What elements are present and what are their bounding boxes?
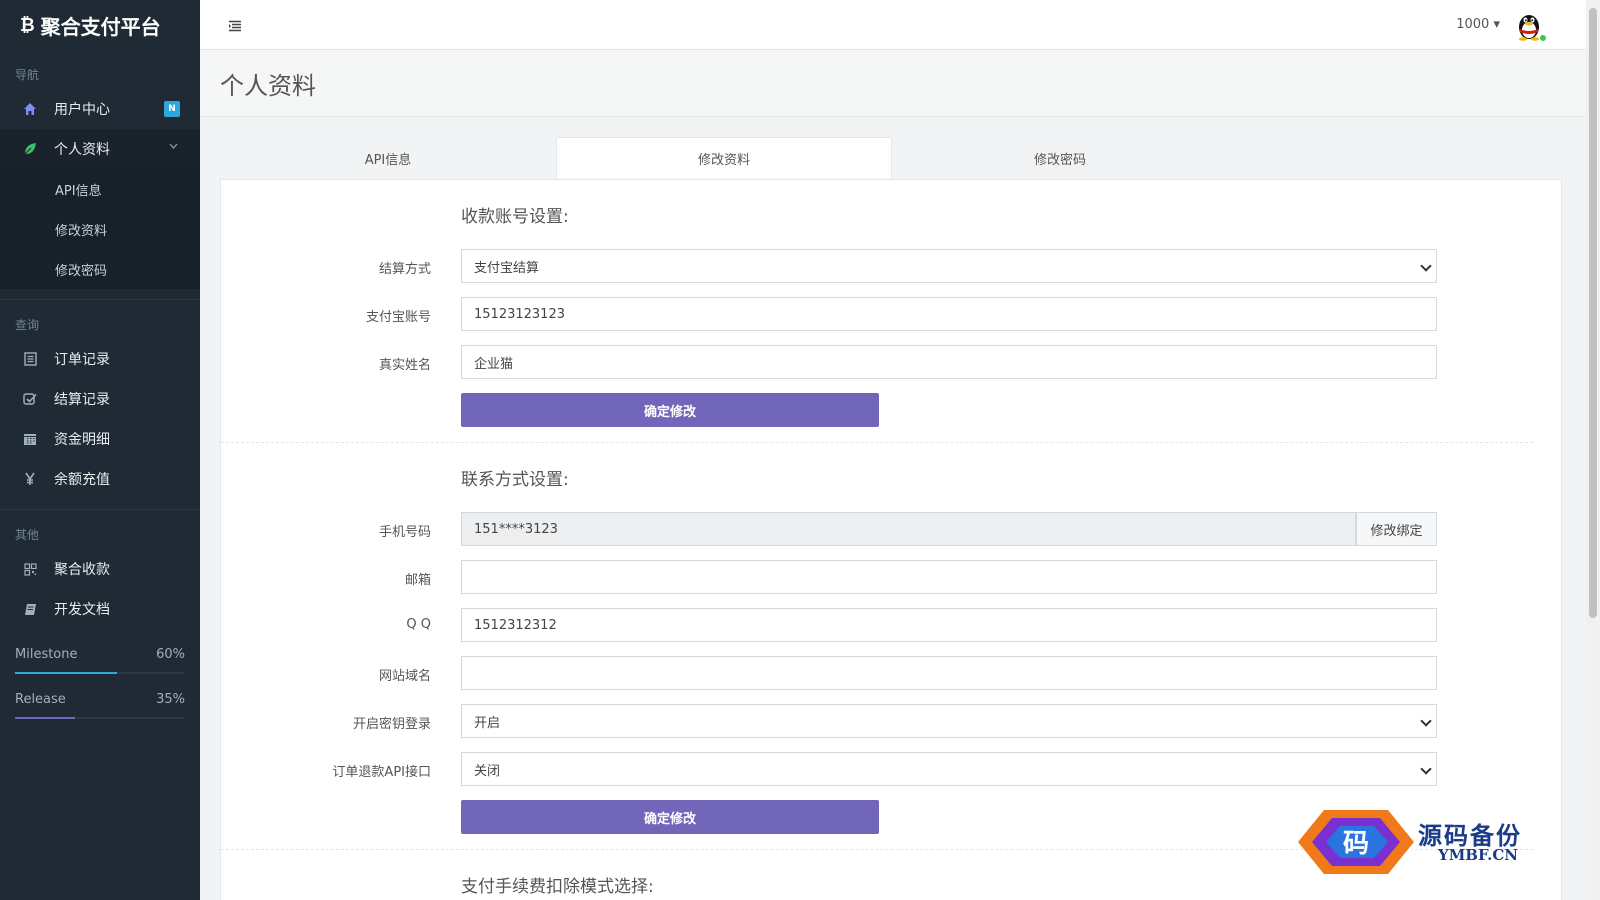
- watermark-logo-icon: 码: [1298, 810, 1414, 874]
- sidebar: ₿ 聚合支付平台 导航 用户中心 N 个人资料 API信息 修改资料 修改密码 …: [0, 0, 200, 900]
- submit-contact-button[interactable]: 确定修改: [461, 800, 879, 834]
- select-value: 支付宝结算: [474, 260, 540, 276]
- watermark-url: YMBF.CN: [1438, 846, 1519, 864]
- leaf-icon: [22, 141, 38, 157]
- progress-value: 60%: [156, 647, 185, 662]
- sidebar-item-funds[interactable]: 资金明细: [0, 419, 200, 459]
- sidebar-item-label: 余额充值: [54, 472, 110, 488]
- page-header: 个人资料: [200, 50, 1586, 117]
- progress-label: Milestone: [15, 647, 78, 662]
- input-value: 151****3123: [474, 521, 558, 537]
- submit-account-button[interactable]: 确定修改: [461, 393, 879, 427]
- brand[interactable]: ₿ 聚合支付平台: [0, 0, 200, 50]
- sidebar-item-label: 聚合收款: [54, 562, 110, 578]
- submenu-item-edit-profile[interactable]: 修改资料: [0, 209, 200, 249]
- progress-label: Release: [15, 692, 66, 707]
- profile-submenu: API信息 修改资料 修改密码: [0, 169, 200, 289]
- section-title-fee: 支付手续费扣除模式选择:: [461, 877, 654, 897]
- website-input[interactable]: [461, 656, 1437, 690]
- section-divider: [221, 442, 1533, 443]
- sidebar-item-profile[interactable]: 个人资料: [0, 129, 200, 169]
- sidebar-item-label: 用户中心: [54, 102, 110, 118]
- watermark: 码 源码备份 YMBF.CN: [1296, 808, 1586, 884]
- check-square-icon: [22, 391, 38, 407]
- list-icon: [22, 351, 38, 367]
- milestone-progress: Milestone 60%: [0, 629, 200, 674]
- label-real-name: 真实姓名: [378, 358, 431, 373]
- tab-api-info[interactable]: API信息: [220, 137, 556, 179]
- submenu-item-change-password[interactable]: 修改密码: [0, 249, 200, 289]
- tab-panel: 收款账号设置: 结算方式 支付宝结算 支付宝账号 15123123123 真实姓…: [220, 179, 1562, 900]
- rebind-phone-button[interactable]: 修改绑定: [1356, 512, 1437, 546]
- scrollbar-thumb[interactable]: [1589, 8, 1597, 618]
- select-value: 开启: [474, 715, 501, 731]
- alipay-account-input[interactable]: 15123123123: [461, 297, 1437, 331]
- key-login-select[interactable]: 开启: [461, 704, 1437, 738]
- progress-value: 35%: [156, 692, 185, 707]
- sidebar-item-dev-docs[interactable]: 开发文档: [0, 589, 200, 629]
- real-name-input[interactable]: 企业猫: [461, 345, 1437, 379]
- calendar-icon: [22, 431, 38, 447]
- section-title-contact: 联系方式设置:: [461, 470, 569, 490]
- sidebar-item-label: 订单记录: [54, 352, 110, 368]
- label-settle-method: 结算方式: [378, 262, 431, 277]
- input-value: 15123123123: [474, 306, 565, 322]
- page-scrollbar[interactable]: [1586, 0, 1600, 900]
- menu-toggle-icon[interactable]: [228, 17, 242, 36]
- select-value: 关闭: [474, 763, 501, 779]
- nav-section-header: 查询: [15, 318, 40, 332]
- online-status-dot: [1539, 34, 1547, 42]
- sidebar-item-label: 个人资料: [54, 142, 110, 158]
- main-content: 个人资料 API信息 修改资料 修改密码 收款账号设置: 结算方式 支付宝结算 …: [200, 50, 1586, 900]
- progress-track: [15, 717, 185, 719]
- yen-icon: [22, 471, 38, 487]
- label-key-login: 开启密钥登录: [352, 717, 431, 732]
- progress-track: [15, 672, 185, 674]
- home-icon: [22, 101, 38, 117]
- sidebar-item-recharge[interactable]: 余额充值: [0, 459, 200, 499]
- chevron-down-icon: [169, 141, 178, 152]
- label-website: 网站域名: [378, 669, 431, 684]
- input-value: 企业猫: [474, 356, 514, 372]
- input-value: 1512312312: [474, 617, 557, 633]
- profile-tabs: API信息 修改资料 修改密码: [220, 137, 1562, 179]
- user-menu[interactable]: 1000 ▾: [1456, 17, 1500, 32]
- label-refund-api: 订单退款API接口: [332, 765, 431, 780]
- phone-input: 151****3123: [461, 512, 1356, 546]
- label-alipay-account: 支付宝账号: [365, 310, 431, 325]
- progress-fill: [15, 717, 75, 719]
- new-badge: N: [164, 101, 180, 117]
- nav-section-header: 其他: [15, 528, 40, 542]
- label-qq: Q Q: [406, 617, 431, 632]
- qrcode-icon: [22, 561, 38, 577]
- sidebar-item-orders[interactable]: 订单记录: [0, 339, 200, 379]
- progress-fill: [15, 672, 117, 674]
- section-title-account: 收款账号设置:: [461, 207, 569, 227]
- bitcoin-logo-icon: ₿: [20, 14, 35, 36]
- release-progress: Release 35%: [0, 674, 200, 719]
- sidebar-item-label: 资金明细: [54, 432, 110, 448]
- page-title: 个人资料: [220, 72, 316, 100]
- topbar: 1000 ▾: [200, 0, 1586, 50]
- book-icon: [22, 601, 38, 617]
- sidebar-item-label: 开发文档: [54, 602, 110, 618]
- username: 1000: [1456, 17, 1490, 32]
- settle-method-select[interactable]: 支付宝结算: [461, 249, 1437, 283]
- tab-change-password[interactable]: 修改密码: [892, 137, 1228, 179]
- sidebar-item-aggregate-pay[interactable]: 聚合收款: [0, 549, 200, 589]
- caret-down-icon: ▾: [1493, 17, 1500, 32]
- label-email: 邮箱: [404, 573, 431, 588]
- brand-title: 聚合支付平台: [40, 14, 161, 39]
- sidebar-item-settlements[interactable]: 结算记录: [0, 379, 200, 419]
- watermark-glyph: 码: [1343, 829, 1369, 859]
- sidebar-item-label: 结算记录: [54, 392, 110, 408]
- sidebar-item-user-center[interactable]: 用户中心 N: [0, 89, 200, 129]
- refund-api-select[interactable]: 关闭: [461, 752, 1437, 786]
- tab-edit-profile[interactable]: 修改资料: [556, 137, 892, 179]
- email-input[interactable]: [461, 560, 1437, 594]
- qq-input[interactable]: 1512312312: [461, 608, 1437, 642]
- label-phone: 手机号码: [378, 525, 431, 540]
- submenu-item-api-info[interactable]: API信息: [0, 169, 200, 209]
- nav-section-header: 导航: [15, 68, 40, 82]
